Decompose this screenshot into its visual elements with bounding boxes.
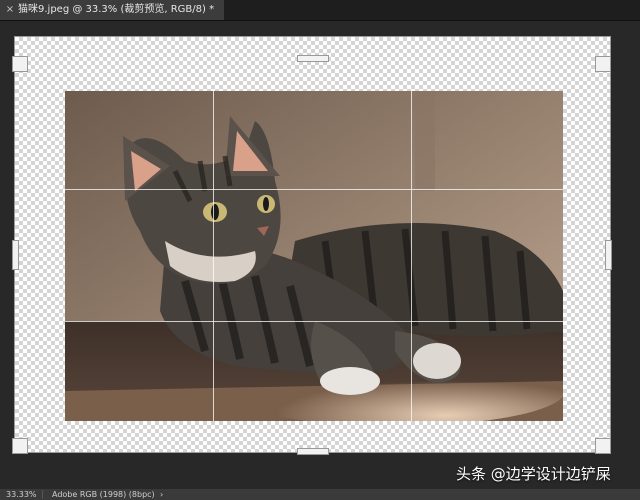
zoom-level[interactable]: 33.33% [6,489,37,500]
crop-handle-left[interactable] [12,240,19,270]
crop-handle-top-left[interactable] [12,56,28,72]
status-menu-arrow-icon[interactable]: › [160,489,163,500]
crop-handle-top-right[interactable] [595,56,611,72]
document-tab-title: 猫咪9.jpeg @ 33.3% (裁剪预览, RGB/8) * [18,4,215,15]
cat-photo [65,91,563,421]
crop-grid-line [411,91,412,421]
status-divider [42,490,43,499]
crop-handle-bottom-right[interactable] [595,438,611,454]
document-tab-bar: × 猫咪9.jpeg @ 33.3% (裁剪预览, RGB/8) * [0,0,640,21]
document-tab[interactable]: × 猫咪9.jpeg @ 33.3% (裁剪预览, RGB/8) * [0,0,225,20]
crop-grid-line [213,91,214,421]
crop-grid-line [65,321,563,322]
color-profile: Adobe RGB (1998) (8bpc) [52,490,155,499]
status-bar: 33.33% Adobe RGB (1998) (8bpc) › [0,489,640,500]
close-icon[interactable]: × [4,0,16,20]
crop-handle-right[interactable] [605,240,612,270]
crop-grid-line [65,189,563,190]
crop-handle-bottom[interactable] [297,448,329,455]
watermark: 头条 @边学设计边铲屎 [456,465,611,483]
crop-handle-top[interactable] [297,55,329,62]
crop-handle-bottom-left[interactable] [12,438,28,454]
